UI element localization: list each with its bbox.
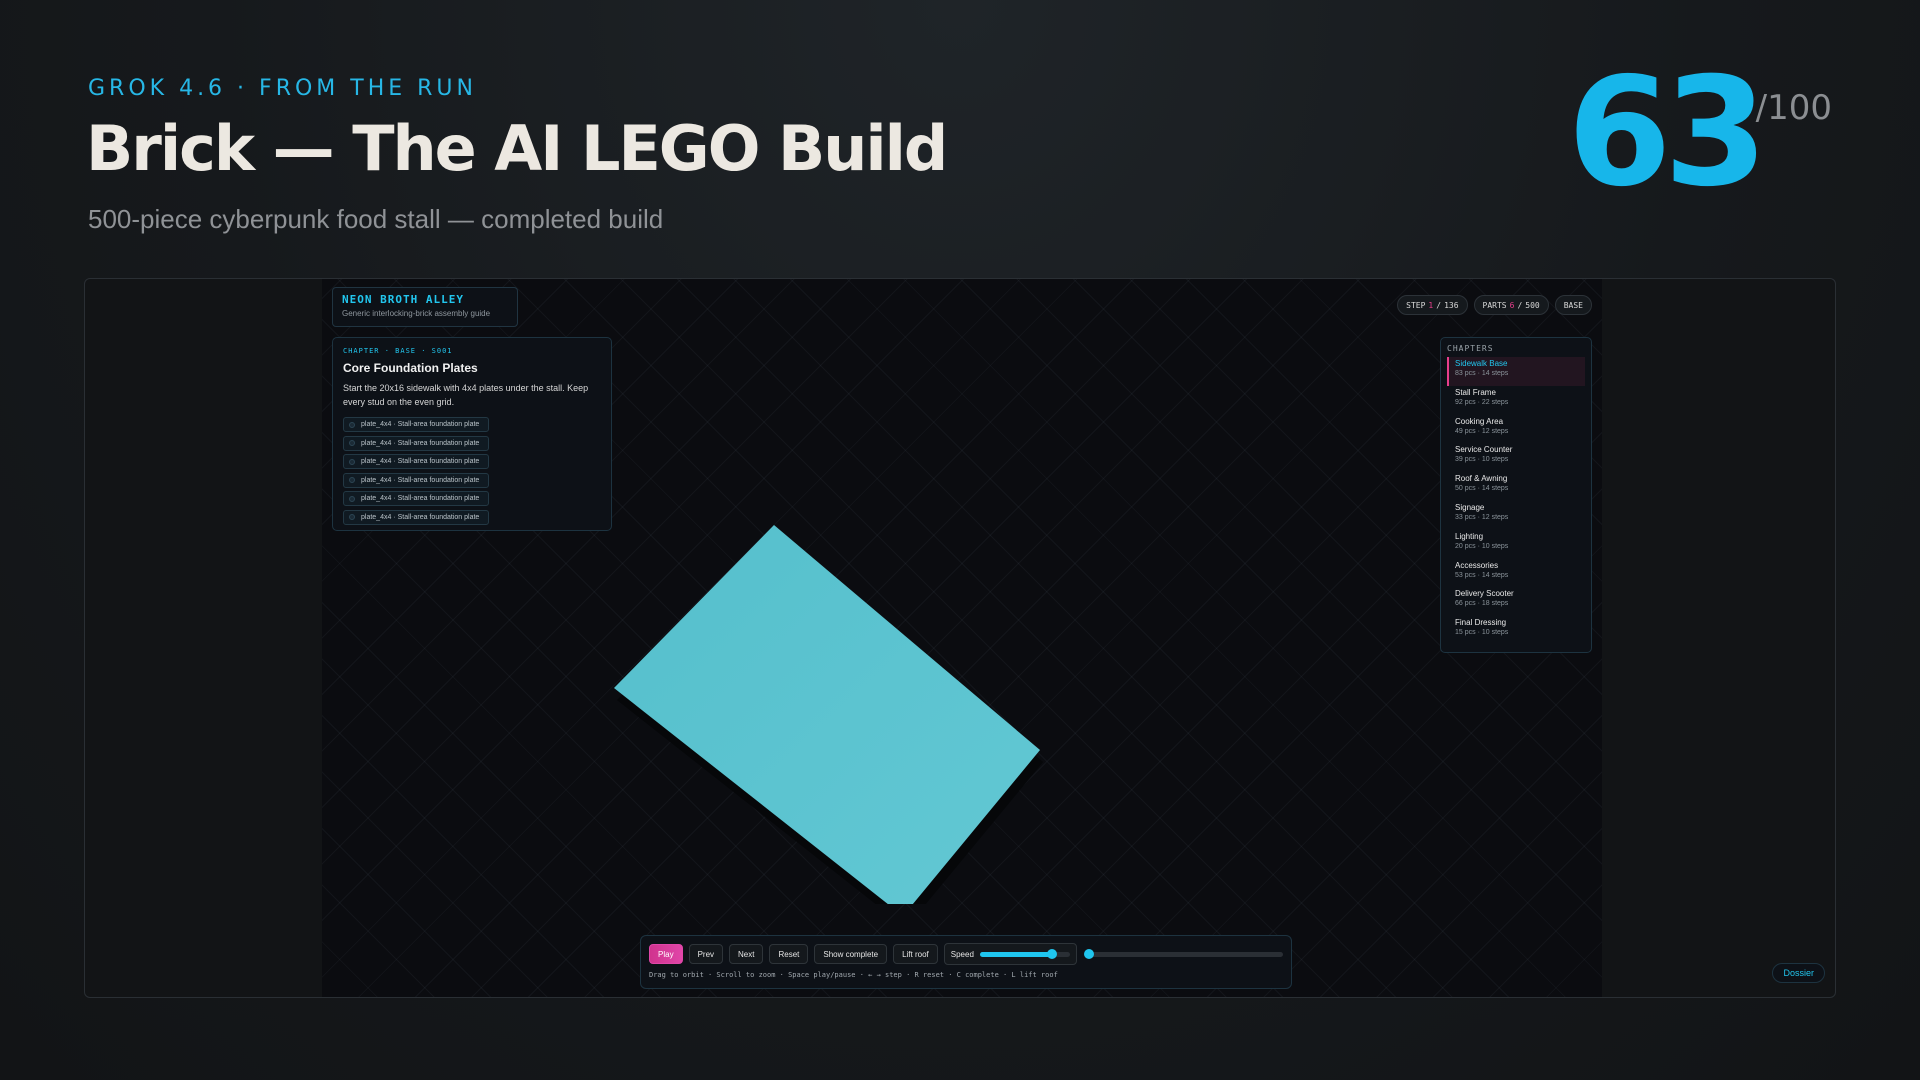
keyboard-hint: Drag to orbit · Scroll to zoom · Space p… (649, 971, 1058, 979)
chapter-info: 49 pcs · 12 steps (1455, 427, 1509, 435)
part-label: plate_4x4 · Stall-area foundation plate (361, 421, 480, 428)
step-current: 1 (1428, 300, 1434, 310)
chapter-info: 20 pcs · 10 steps (1455, 542, 1509, 550)
chapter-item-signage[interactable]: Signage 33 pcs · 12 steps (1447, 501, 1585, 530)
chapter-info: 15 pcs · 10 steps (1455, 629, 1509, 637)
chapter-name: Final Dressing (1455, 618, 1507, 628)
part-label: plate_4x4 · Stall-area foundation plate (361, 513, 480, 521)
brand-tagline: Generic interlocking-brick assembly guid… (342, 309, 491, 318)
speed-slider-fill (979, 951, 1052, 957)
step-scrubber-handle[interactable] (1083, 948, 1094, 959)
chapter-item-stall-frame[interactable]: Stall Frame 92 pcs · 22 steps (1447, 386, 1585, 415)
chapter-name: Signage (1455, 502, 1485, 512)
score-value: 63 (1567, 46, 1768, 220)
part-item[interactable]: plate_4x4 · Stall-area foundation plate (343, 472, 489, 488)
chapter-name: Sidewalk Base (1455, 359, 1508, 368)
chapter-info: 83 pcs · 14 steps (1455, 370, 1509, 377)
chapter-item-final-dressing[interactable]: Final Dressing 15 pcs · 10 steps (1447, 616, 1585, 645)
chapter-name: Service Counter (1455, 445, 1513, 455)
step-scrubber[interactable] (1083, 948, 1283, 959)
step-title: Core Foundation Plates (343, 361, 478, 375)
brand-name: NEON BROTH ALLEY (342, 293, 464, 306)
parts-separator: / (1517, 300, 1523, 310)
parts-counter: PARTS 6 / 500 (1473, 295, 1549, 315)
prev-button[interactable]: Prev (688, 944, 724, 964)
3d-viewport[interactable]: NEON BROTH ALLEY Generic interlocking-br… (322, 279, 1602, 997)
part-swatch-icon (349, 514, 355, 521)
chapter-item-cooking-area[interactable]: Cooking Area 49 pcs · 12 steps (1447, 415, 1585, 444)
chapter-info: 39 pcs · 10 steps (1455, 456, 1509, 464)
part-item[interactable]: plate_4x4 · Stall-area foundation plate (343, 454, 489, 470)
chapter-item-sidewalk-base[interactable]: Sidewalk Base 83 pcs · 14 steps (1447, 357, 1585, 386)
part-label: plate_4x4 · Stall-area foundation plate (361, 476, 480, 484)
chapter-info: 53 pcs · 14 steps (1455, 571, 1509, 579)
chapter-info: 33 pcs · 12 steps (1455, 513, 1509, 521)
part-swatch-icon (349, 495, 355, 502)
parts-list: plate_4x4 · Stall-area foundation plate … (343, 417, 601, 525)
chapter-item-accessories[interactable]: Accessories 53 pcs · 14 steps (1447, 559, 1585, 588)
part-item[interactable]: plate_4x4 · Stall-area foundation plate (343, 417, 489, 432)
foundation-plate-render (614, 525, 1043, 904)
next-button[interactable]: Next (729, 944, 764, 964)
chapter-info: 92 pcs · 22 steps (1455, 398, 1509, 406)
step-panel: CHAPTER · BASE · S001 Core Foundation Pl… (332, 337, 612, 531)
part-swatch-icon (349, 421, 355, 428)
speed-slider[interactable] (979, 948, 1070, 959)
play-button[interactable]: Play (649, 944, 683, 964)
chapter-item-lighting[interactable]: Lighting 20 pcs · 10 steps (1447, 530, 1585, 559)
part-swatch-icon (349, 458, 355, 465)
status-chips: STEP 1 / 136 PARTS 6 / 500 BASE (1397, 295, 1592, 315)
brand-box: NEON BROTH ALLEY Generic interlocking-br… (332, 287, 518, 327)
dossier-button[interactable]: Dossier (1772, 963, 1825, 983)
score-max: /100 (1755, 88, 1832, 128)
lift-roof-button[interactable]: Lift roof (893, 944, 938, 964)
app-frame: NEON BROTH ALLEY Generic interlocking-br… (84, 278, 1836, 998)
chapter-name: Cooking Area (1455, 416, 1504, 426)
playback-controls: Play Prev Next Reset Show complete Lift … (640, 935, 1292, 989)
part-item[interactable]: plate_4x4 · Stall-area foundation plate (343, 435, 489, 451)
speed-label: Speed (950, 949, 974, 959)
chapter-item-delivery-scooter[interactable]: Delivery Scooter 66 pcs · 18 steps (1447, 587, 1585, 616)
chapters-heading: CHAPTERS (1447, 344, 1494, 353)
chapter-info: 50 pcs · 14 steps (1455, 485, 1509, 493)
step-label: STEP (1406, 300, 1426, 310)
chapter-info: 66 pcs · 18 steps (1455, 600, 1509, 608)
step-total: 136 (1444, 300, 1459, 310)
chapter-name: Lighting (1455, 531, 1484, 541)
eyebrow-label: GROK 4.6 · FROM THE RUN (88, 76, 477, 101)
reset-button[interactable]: Reset (769, 944, 809, 964)
speed-control: Speed (943, 943, 1077, 965)
speed-slider-handle[interactable] (1046, 948, 1057, 959)
chapter-item-service-counter[interactable]: Service Counter 39 pcs · 10 steps (1447, 443, 1585, 472)
page-title: Brick — The AI LEGO Build (86, 112, 948, 185)
chapters-panel: CHAPTERS Sidewalk Base 83 pcs · 14 steps … (1440, 337, 1592, 653)
parts-current: 6 (1509, 300, 1515, 310)
part-item[interactable]: plate_4x4 · Stall-area foundation plate (343, 491, 489, 507)
part-item[interactable]: plate_4x4 · Stall-area foundation plate (343, 509, 489, 525)
chapter-name: Roof & Awning (1455, 474, 1508, 484)
step-meta: CHAPTER · BASE · S001 (343, 347, 453, 355)
parts-label: PARTS (1482, 300, 1507, 310)
page-subtitle: 500-piece cyberpunk food stall — complet… (88, 204, 664, 234)
step-description: Start the 20x16 sidewalk with 4x4 plates… (343, 383, 589, 407)
chapter-name: Accessories (1455, 560, 1499, 570)
step-separator: / (1436, 300, 1442, 310)
chapter-name: Stall Frame (1455, 387, 1496, 397)
part-swatch-icon (349, 477, 355, 484)
parts-total: 500 (1525, 300, 1540, 310)
part-swatch-icon (349, 440, 355, 447)
part-label: plate_4x4 · Stall-area foundation plate (361, 439, 480, 447)
step-counter: STEP 1 / 136 (1397, 295, 1468, 315)
mode-badge: BASE (1554, 295, 1592, 315)
part-label: plate_4x4 · Stall-area foundation plate (361, 495, 480, 503)
show-complete-button[interactable]: Show complete (814, 944, 888, 964)
chapter-name: Delivery Scooter (1455, 589, 1514, 599)
chapter-item-roof-awning[interactable]: Roof & Awning 50 pcs · 14 steps (1447, 472, 1585, 501)
part-label: plate_4x4 · Stall-area foundation plate (361, 458, 480, 466)
